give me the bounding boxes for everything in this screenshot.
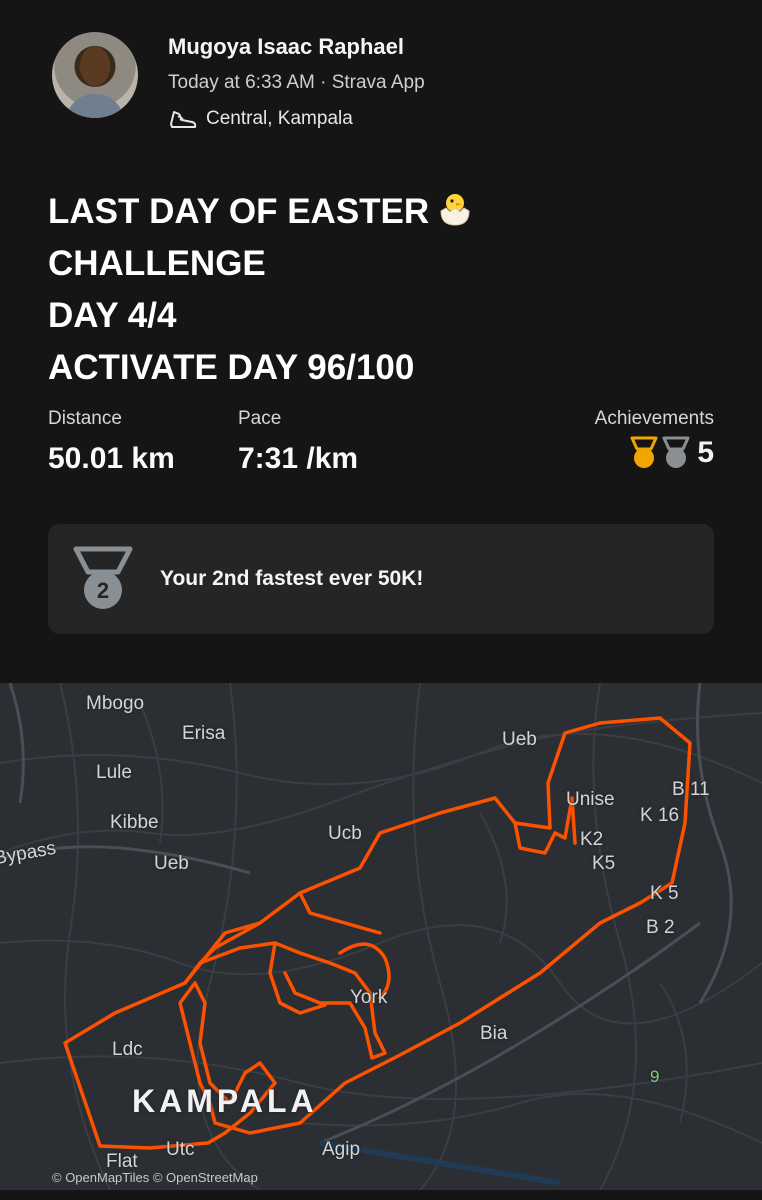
avatar-face — [80, 46, 110, 86]
map-label-k16: K 16 — [640, 805, 680, 826]
distance-label: Distance — [48, 408, 122, 429]
athlete-name[interactable]: Mugoya Isaac Raphael — [168, 34, 404, 60]
achievements-row: 5 — [595, 436, 714, 470]
map-label-ueb-west: Ueb — [154, 853, 189, 874]
title-line-3: DAY 4/4 — [48, 296, 177, 335]
title-line-4: ACTIVATE DAY 96/100 — [48, 348, 415, 387]
map-label-k2: K2 — [580, 829, 604, 850]
map-label-kampala: KAMPALA — [132, 1083, 318, 1119]
map-label-erisa: Erisa — [182, 723, 226, 744]
map-label-route-marker: 9 — [650, 1067, 660, 1086]
title-line-2: CHALLENGE — [48, 244, 266, 283]
achievements-count: 5 — [697, 436, 714, 469]
map-label-agip: Agip — [322, 1139, 361, 1160]
distance-value: 50.01 km — [48, 442, 175, 475]
hatching-chick-icon — [435, 190, 475, 226]
medal-rank-number: 2 — [97, 578, 109, 603]
activity-meta: Today at 6:33 AM · Strava App — [168, 72, 425, 93]
avatar-shirt — [66, 94, 124, 118]
silver-medal-icon — [662, 436, 690, 468]
avatar[interactable] — [52, 32, 138, 118]
achievements-stat[interactable]: Achievements 5 — [595, 408, 714, 470]
pace-value: 7:31 /km — [238, 442, 359, 475]
map-label-mbogo: Mbogo — [86, 693, 145, 714]
map-label-unise: Unise — [566, 789, 615, 810]
map-label-k5-east: K 5 — [650, 883, 679, 904]
map-label-kibbe: Kibbe — [110, 812, 159, 833]
map-label-ldc: Ldc — [112, 1039, 143, 1060]
map-label-ueb-east: Ueb — [502, 729, 537, 750]
route-map[interactable]: Mbogo Erisa Lule Kibbe Bypass Ueb Ucb Ue… — [0, 683, 762, 1190]
silver-medal-icon: 2 — [73, 546, 133, 609]
achievement-highlight-card[interactable]: 2 Your 2nd fastest ever 50K! — [48, 524, 714, 634]
title-line-1: LAST DAY OF EASTER — [48, 186, 728, 238]
activity-title[interactable]: LAST DAY OF EASTER CHALLENGE DAY 4/4 ACT… — [48, 186, 728, 394]
achievement-text: Your 2nd fastest ever 50K! — [160, 567, 424, 590]
map-label-lule: Lule — [96, 762, 132, 783]
achievements-label: Achievements — [594, 408, 714, 429]
map-label-b2: B 2 — [646, 917, 675, 938]
map-label-b11: B 11 — [672, 779, 710, 800]
activity-location: Central, Kampala — [168, 106, 353, 132]
activity-header: Mugoya Isaac Raphael Today at 6:33 AM · … — [52, 30, 732, 140]
map-label-utc: Utc — [166, 1139, 195, 1160]
running-shoe-icon — [170, 111, 197, 128]
bottom-strip — [0, 1190, 762, 1200]
map-label-ucb: Ucb — [328, 823, 362, 844]
map-label-bia: Bia — [480, 1023, 508, 1044]
map-label-k5: K5 — [592, 853, 616, 874]
map-label-york: York — [350, 987, 388, 1008]
map-attribution[interactable]: © OpenMapTiles © OpenStreetMap — [52, 1170, 258, 1185]
distance-stat: Distance 50.01 km — [48, 408, 175, 476]
location-text: Central, Kampala — [206, 108, 353, 129]
pace-label: Pace — [238, 408, 282, 429]
title-line-1-text: LAST DAY OF EASTER — [48, 192, 430, 231]
gold-medal-icon — [630, 436, 658, 468]
pace-stat: Pace 7:31 /km — [238, 408, 358, 476]
